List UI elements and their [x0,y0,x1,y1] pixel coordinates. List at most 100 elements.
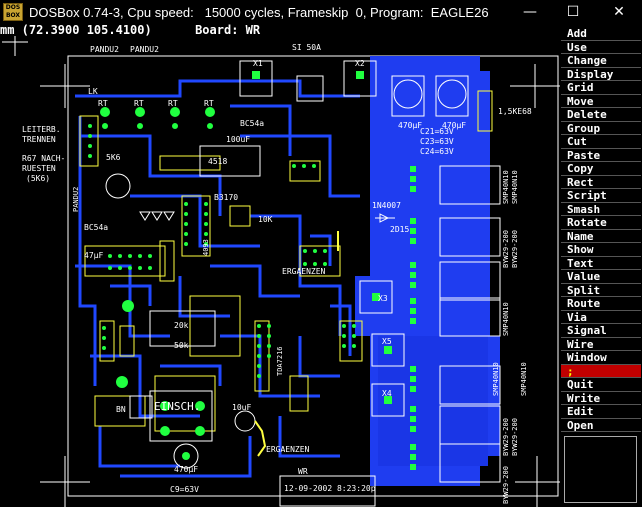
label-x5: X5 [382,337,392,346]
cursor-coordinates: mm (72.3900 105.4100) [0,23,152,37]
via-pad [118,254,122,258]
via-pad [313,262,317,266]
minimize-button[interactable]: — [514,0,546,24]
menu-item-wire[interactable]: Wire [561,337,641,351]
via-pad [313,249,317,253]
label-ergaenzen-2: ERGAENZEN [266,445,310,454]
via-pad [303,249,307,253]
label-leiterb-1: LEITERB. [22,125,61,134]
via-pad [88,124,92,128]
menu-item-cut[interactable]: Cut [561,135,641,149]
label-wr: WR [298,467,308,476]
menu-item-script[interactable]: Script [561,189,641,203]
label-byw29-5: BYW29-200 [502,466,510,504]
label-c23: C23=63V [420,137,454,146]
menu-item-rect[interactable]: Rect [561,175,641,189]
via-pad [184,202,188,206]
label-r67-1: R67 NACH- [22,154,65,163]
label-x3: X3 [378,294,388,303]
menu-item-open[interactable]: Open [561,418,641,432]
menu-item-smash[interactable]: Smash [561,202,641,216]
menu-item-quit[interactable]: Quit [561,378,641,392]
menu-item-semicolon[interactable]: ; [561,364,641,378]
label-5k6: 5K6 [106,153,121,162]
via-pad [204,232,208,236]
via-pad [138,266,142,270]
label-x4: X4 [382,389,392,398]
preview-panel [564,436,637,503]
via-pad [352,324,356,328]
menu-item-write[interactable]: Write [561,391,641,405]
label-r67-2: RUESTEN [22,164,56,173]
label-pandu2-vertical: PANDU2 [72,187,80,212]
label-smp40n10-4: SMP40N10 [492,362,500,396]
menu-item-add[interactable]: Add [561,27,641,41]
menu-item-copy[interactable]: Copy [561,162,641,176]
via-pad [323,249,327,253]
pcb-board-canvas[interactable]: PANDU2 PANDU2 X1 SI 50A X2 RT RT RT RT L… [0,36,560,507]
dosbox-screen[interactable]: mm (72.3900 105.4100) Board: WR PANDU2 P… [0,24,642,507]
menu-item-move[interactable]: Move [561,94,641,108]
menu-item-text[interactable]: Text [561,256,641,270]
menu-item-edit[interactable]: Edit [561,405,641,419]
menu-item-signal[interactable]: Signal [561,324,641,338]
label-c9: C9=63V [170,485,199,494]
menu-item-name[interactable]: Name [561,229,641,243]
label-pandu2-a: PANDU2 [90,45,119,54]
menu-item-route[interactable]: Route [561,297,641,311]
menu-item-use[interactable]: Use [561,40,641,54]
via-pad [148,266,152,270]
label-x1: X1 [253,59,263,68]
label-ic4093: 4093 [202,239,210,256]
label-ic4518: 4518 [208,157,227,166]
menu-item-rotate[interactable]: Rotate [561,216,641,230]
label-smp40n10-1: SMP40N10 [502,170,510,204]
menu-item-window[interactable]: Window [561,351,641,365]
menu-item-via[interactable]: Via [561,310,641,324]
via-pad [138,254,142,258]
label-1-5ke68: 1,5KE68 [498,107,532,116]
via-pad [184,242,188,246]
close-button[interactable]: ✕ [603,0,635,24]
label-2d15: 2D15 [390,225,409,234]
via-pad [257,364,261,368]
via-pad [204,202,208,206]
menu-item-value[interactable]: Value [561,270,641,284]
label-tda7216: TDA7216 [276,346,284,376]
menu-item-display[interactable]: Display [561,67,641,81]
command-menu[interactable]: Add Use Change Display Grid Move Delete Group Cu… [561,27,641,432]
window-title: DOSBox 0.74-3, Cpu speed: 15000 cycles, … [29,4,489,20]
via-pad [204,222,208,226]
menu-item-show[interactable]: Show [561,243,641,257]
via-pad [88,144,92,148]
menu-item-group[interactable]: Group [561,121,641,135]
label-b3170: B3170 [214,193,238,202]
label-bc54a-2: BC54a [84,223,108,232]
via-pad [267,354,271,358]
via-pad [118,266,122,270]
menu-item-delete[interactable]: Delete [561,108,641,122]
menu-item-change[interactable]: Change [561,54,641,68]
menu-item-paste[interactable]: Paste [561,148,641,162]
via-pad [352,344,356,348]
label-pandu2-b: PANDU2 [130,45,159,54]
label-x2: X2 [355,59,365,68]
via-pad [184,212,188,216]
label-einsch: EINSCH. [154,400,200,413]
label-smp40n10-3: SMP40N10 [502,302,510,336]
maximize-button[interactable]: ☐ [557,0,589,24]
via-pad [128,254,132,258]
via-pad [184,222,188,226]
menu-item-split[interactable]: Split [561,283,641,297]
via-pad [102,346,106,350]
via-pad [342,324,346,328]
via-pad [267,334,271,338]
via-pad [148,254,152,258]
label-smp40n10-2: SMP40N10 [511,170,519,204]
via-pad [88,154,92,158]
label-rt-4: RT [204,99,214,108]
menu-item-grid[interactable]: Grid [561,81,641,95]
window-title-bar[interactable]: DOS BOX DOSBox 0.74-3, Cpu speed: 15000 … [0,0,642,24]
label-bn: BN [116,405,126,414]
label-50k: 50k [174,341,189,350]
